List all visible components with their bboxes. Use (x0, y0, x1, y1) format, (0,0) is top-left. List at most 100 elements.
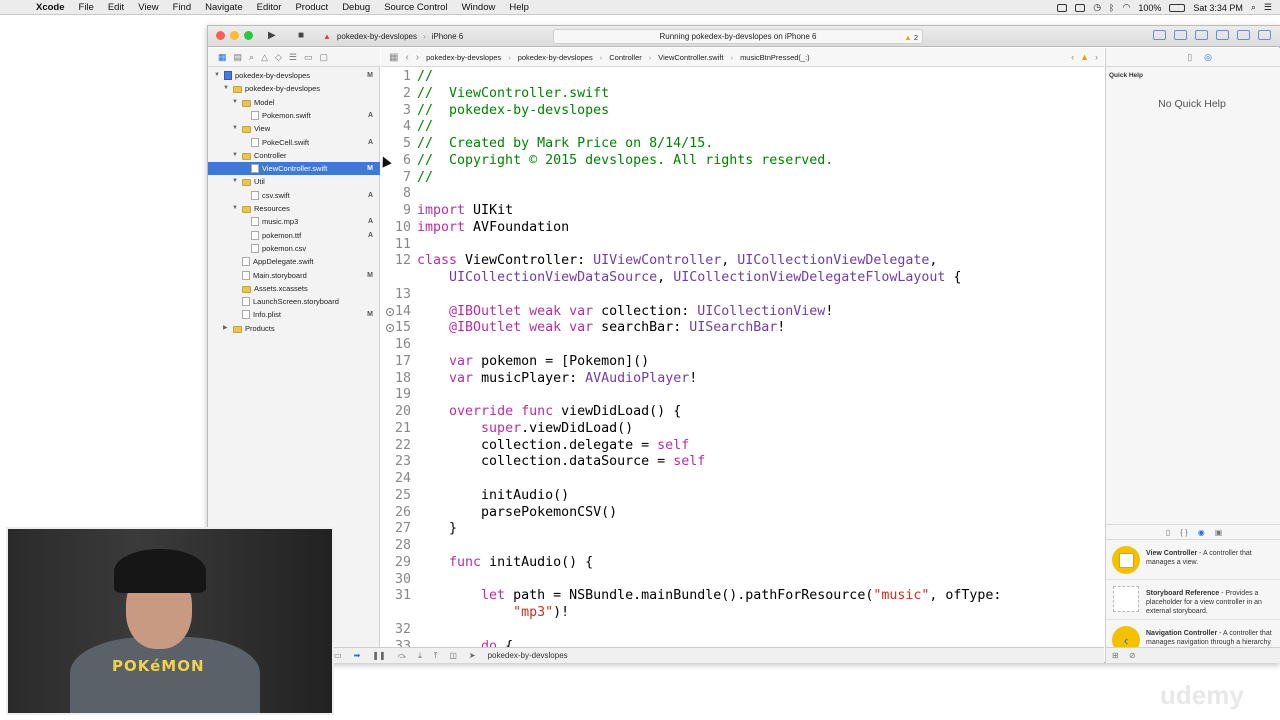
navigator-row[interactable]: ▼ pokedex-by-devslopes (208, 82, 380, 95)
line-number[interactable]: 5 (383, 136, 411, 151)
menu-window[interactable]: Window (462, 2, 496, 13)
spotlight-icon[interactable]: ⌕ (1251, 2, 1256, 13)
related-items-icon[interactable]: ▦ (389, 52, 398, 63)
step-out-icon[interactable]: ⤒ (434, 651, 438, 661)
line-number[interactable]: 32 (383, 622, 411, 637)
grid-view-icon[interactable]: ⊞ (1112, 651, 1119, 660)
menu-source-control[interactable]: Source Control (384, 2, 447, 13)
breakpoint-navigator-icon[interactable]: ▭ (304, 52, 313, 63)
stop-icon[interactable]: ■ (298, 30, 304, 41)
menu-help[interactable]: Help (509, 2, 529, 13)
media-library-icon[interactable]: ▣ (1215, 528, 1223, 537)
run-icon[interactable]: ▶ (268, 30, 276, 41)
menu-file[interactable]: File (79, 2, 94, 13)
menu-editor[interactable]: Editor (257, 2, 282, 13)
navigator-row[interactable]: ▼ Model (208, 96, 380, 109)
disclosure-open-icon[interactable]: ▼ (232, 122, 238, 135)
line-number[interactable]: 9 (383, 203, 411, 218)
navigator-row[interactable]: ▼ pokedex-by-devslopes M (208, 69, 380, 82)
breakpoints-toggle-icon[interactable]: ➡ (354, 651, 361, 660)
jump-crumb-method[interactable]: musicBtnPressed(_:) (740, 53, 810, 62)
line-number[interactable]: 28 (383, 538, 411, 553)
next-issue-icon[interactable]: › (1095, 52, 1098, 62)
menu-app-name[interactable]: Xcode (36, 2, 65, 13)
disclosure-open-icon[interactable]: ▼ (214, 69, 220, 82)
disclosure-open-icon[interactable]: ▼ (232, 96, 238, 109)
debug-target[interactable]: pokedex-by-devslopes (488, 651, 568, 660)
navigator-toggle-icon[interactable] (1216, 30, 1229, 40)
version-editor-icon[interactable] (1195, 30, 1208, 40)
screen-icon[interactable] (1057, 3, 1068, 12)
line-number[interactable]: 4 (383, 119, 411, 134)
navigator-row[interactable]: ▼ Resources (208, 202, 380, 215)
find-navigator-icon[interactable]: ⌕ (249, 52, 254, 63)
line-number[interactable]: 16 (383, 337, 411, 352)
bluetooth-icon[interactable]: ᛒ (1109, 3, 1114, 13)
assistant-editor-icon[interactable] (1174, 30, 1187, 40)
report-navigator-icon[interactable]: ▢ (320, 52, 329, 63)
line-number[interactable]: 7 (383, 170, 411, 185)
line-number[interactable]: 27 (383, 521, 411, 536)
navigator-row[interactable]: ▶ Products (208, 322, 380, 335)
warning-badge[interactable]: ▲ 2 (904, 31, 918, 44)
scheme-selector[interactable]: ▲ pokedex-by-devslopes › iPhone 6 (323, 29, 463, 43)
menu-product[interactable]: Product (295, 2, 328, 13)
disclosure-open-icon[interactable]: ▼ (223, 82, 229, 95)
navigator-row[interactable]: Main.storyboard M (208, 269, 380, 282)
file-template-icon[interactable]: ▯ (1166, 528, 1170, 537)
navigator-row[interactable]: ▼ View (208, 122, 380, 135)
forward-icon[interactable]: › (416, 52, 419, 63)
jump-crumb-project[interactable]: pokedex-by-devslopes (426, 53, 501, 62)
menu-find[interactable]: Find (173, 2, 191, 13)
navigator-row[interactable]: AppDelegate.swift (208, 255, 380, 268)
line-number[interactable]: 17 (383, 354, 411, 369)
minimize-window-button[interactable] (230, 31, 239, 40)
disclosure-open-icon[interactable]: ▼ (232, 175, 238, 188)
time-machine-icon[interactable]: ◷ (1093, 2, 1101, 13)
issue-warning-icon[interactable]: ▲ (1080, 52, 1089, 62)
line-number[interactable]: 13 (383, 287, 411, 302)
line-number[interactable]: 20 (383, 404, 411, 419)
line-number[interactable]: 3 (383, 103, 411, 118)
navigator-row[interactable]: csv.swift A (208, 189, 380, 202)
line-number[interactable]: 12 (383, 253, 411, 268)
navigator-row[interactable]: Pokemon.swift A (208, 109, 380, 122)
line-number[interactable]: 22 (383, 438, 411, 453)
line-number[interactable]: 25 (383, 488, 411, 503)
line-number[interactable]: 24 (383, 471, 411, 486)
disclosure-closed-icon[interactable]: ▶ (223, 322, 228, 335)
scheme-project[interactable]: pokedex-by-devslopes (337, 32, 417, 41)
wifi-icon[interactable]: ◠ (1122, 2, 1130, 13)
navigator-row[interactable]: pokemon.ttf A (208, 229, 380, 242)
navigator-row[interactable]: pokemon.csv (208, 242, 380, 255)
line-number[interactable]: 10 (383, 220, 411, 235)
standard-editor-icon[interactable] (1153, 30, 1166, 40)
object-library-icon[interactable]: ◉ (1198, 528, 1205, 537)
jump-crumb-group[interactable]: pokedex-by-devslopes (518, 53, 593, 62)
line-number[interactable]: 33 (383, 639, 411, 648)
line-number[interactable]: 21 (383, 421, 411, 436)
outlet-connection-icon[interactable] (386, 307, 394, 316)
line-number[interactable]: 19 (383, 387, 411, 402)
clock[interactable]: Sat 3:34 PM (1193, 3, 1243, 13)
debug-navigator-icon[interactable]: ☰ (289, 52, 297, 63)
camera-icon[interactable] (1075, 3, 1086, 12)
library-item[interactable]: Storyboard Reference - Provides a placeh… (1106, 580, 1280, 620)
line-number[interactable]: 23 (383, 454, 411, 469)
line-number[interactable]: 1 (383, 69, 411, 84)
jump-crumb-file[interactable]: ViewController.swift (658, 53, 723, 62)
utilities-toggle-icon[interactable] (1258, 30, 1271, 40)
navigator-row[interactable]: PokeCell.swift A (208, 136, 380, 149)
step-over-icon[interactable]: ⤼ (398, 651, 407, 661)
line-number[interactable]: 8 (383, 186, 411, 201)
step-in-icon[interactable]: ⤓ (418, 651, 422, 661)
line-number[interactable]: 26 (383, 505, 411, 520)
navigator-row[interactable]: ▼ Util (208, 175, 380, 188)
line-number[interactable]: 11 (383, 237, 411, 252)
test-navigator-icon[interactable]: ◇ (275, 52, 282, 63)
menu-debug[interactable]: Debug (342, 2, 370, 13)
menu-view[interactable]: View (138, 2, 158, 13)
location-icon[interactable]: ➤ (469, 651, 476, 660)
close-window-button[interactable] (216, 31, 225, 40)
file-inspector-icon[interactable]: ▯ (1187, 52, 1192, 63)
